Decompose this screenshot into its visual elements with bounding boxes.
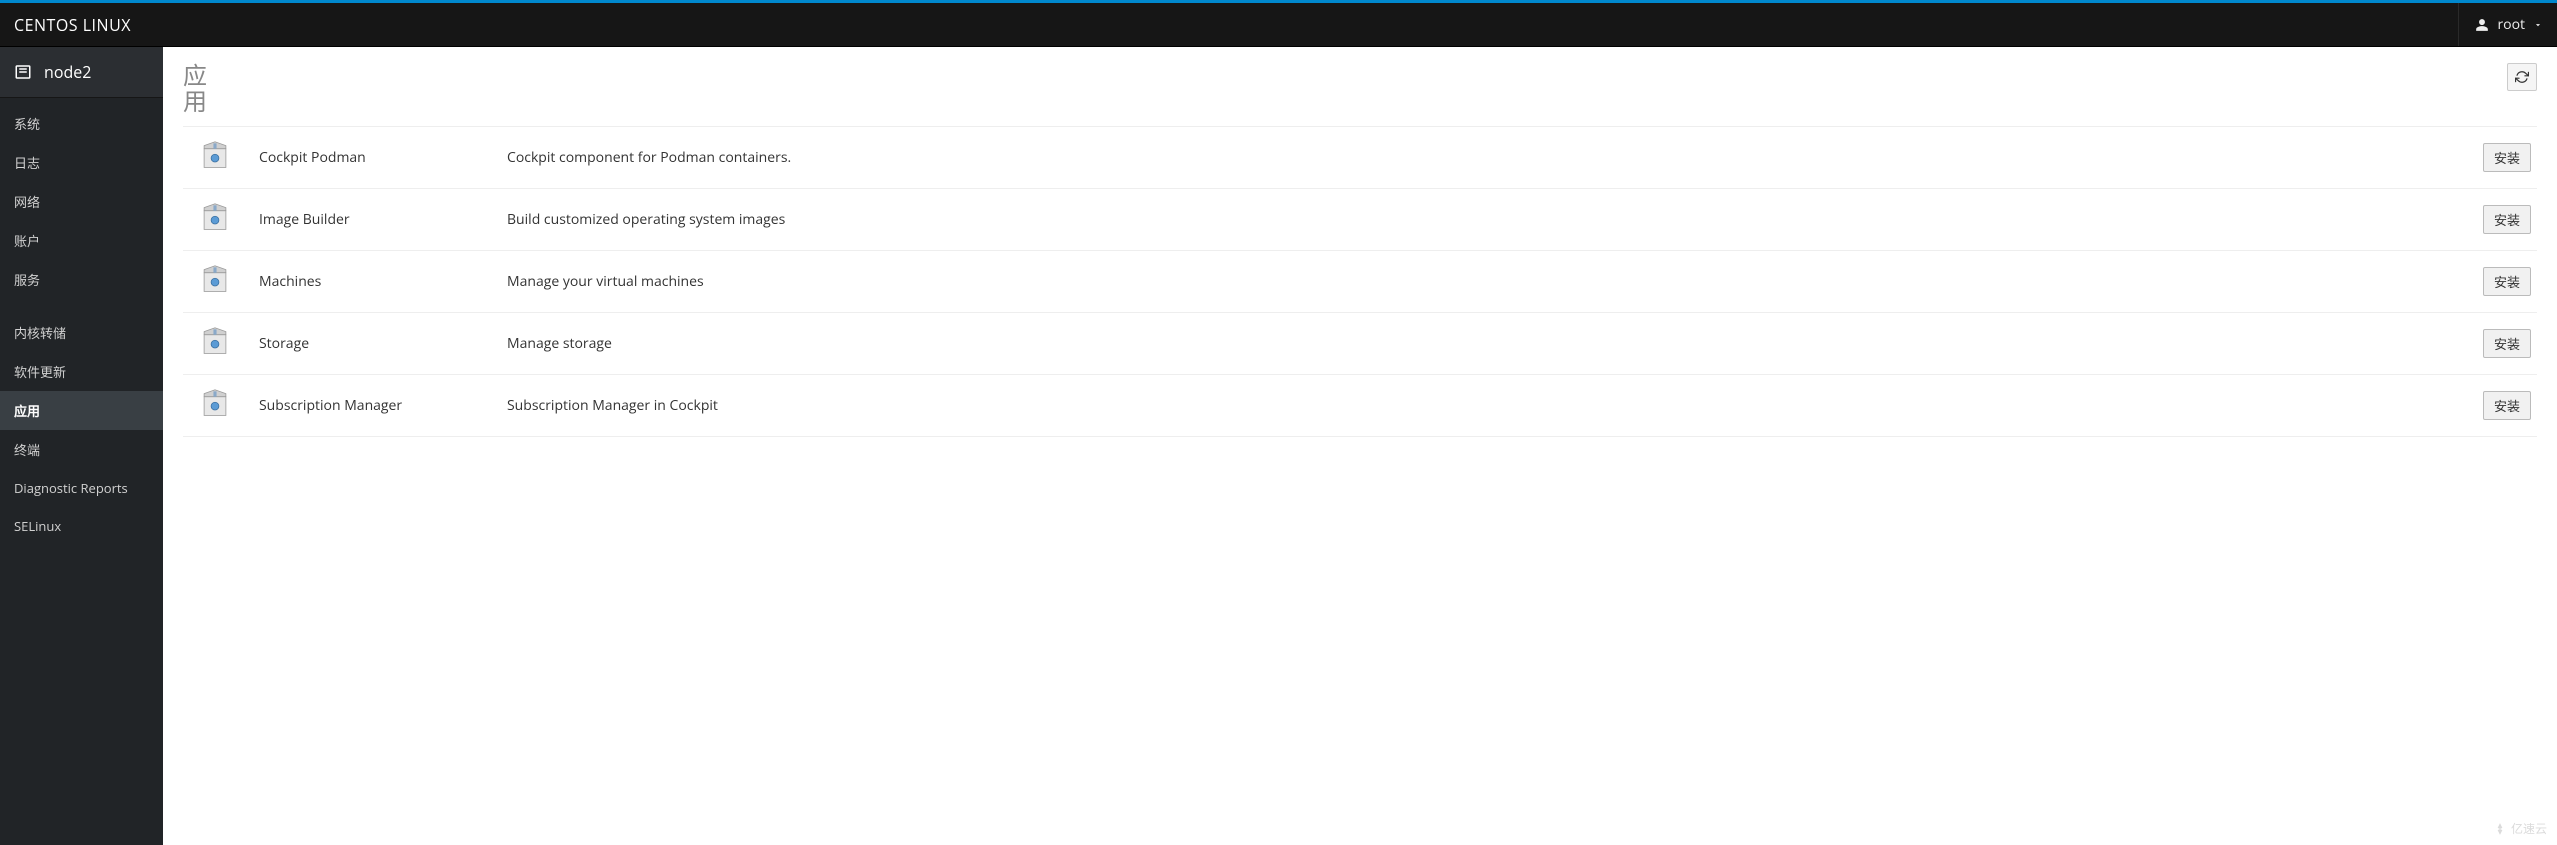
host-name: node2 [44,61,91,83]
sidebar-item[interactable]: SELinux [0,507,163,545]
sidebar-item[interactable]: 终端 [0,430,163,469]
sidebar-item[interactable]: 软件更新 [0,352,163,391]
app-icon-cell [189,265,241,298]
app-description: Build customized operating system images [507,210,2465,229]
sidebar: node2 系统日志网络账户服务内核转储软件更新应用终端 Diagnostic R… [0,47,163,845]
install-button[interactable]: 安装 [2483,391,2531,420]
sidebar-item[interactable]: 账户 [0,221,163,260]
watermark: 亿速云 [2493,820,2547,837]
host-switcher[interactable]: node2 [0,47,163,98]
apps-list: Cockpit Podman Cockpit component for Podm… [183,126,2537,437]
app-row: Machines Manage your virtual machines 安装 [183,251,2537,313]
layout: node2 系统日志网络账户服务内核转储软件更新应用终端Diagnostic R… [0,47,2557,845]
brand-title: CENTOS LINUX [14,14,131,36]
sidebar-item[interactable]: 系统 [0,104,163,143]
app-name[interactable]: Cockpit Podman [259,148,489,167]
sidebar-item-label: SELinux [14,517,61,535]
app-row: Storage Manage storage 安装 [183,313,2537,375]
sidebar-item[interactable]: 内核转储 [0,313,163,352]
sidebar-item[interactable]: Diagnostic Reports [0,469,163,507]
sidebar-item[interactable]: 日志 [0,143,163,182]
sidebar-item-label: 日志 [14,154,40,172]
logo-icon [2493,822,2507,836]
app-description: Cockpit component for Podman containers. [507,148,2465,167]
nav-spacer [0,299,163,313]
app-name[interactable]: Image Builder [259,210,489,229]
package-icon [202,203,228,236]
chevron-down-icon [2533,20,2543,30]
user-icon [2475,18,2489,32]
app-name[interactable]: Machines [259,272,489,291]
sidebar-item[interactable]: 应用 [0,391,163,430]
package-icon [202,327,228,360]
main-content: 应用 Cockpit Podman Cockpit component for P… [163,47,2557,845]
top-navbar: CENTOS LINUX root [0,3,2557,47]
nav-list: 系统日志网络账户服务内核转储软件更新应用终端 Diagnostic Reports… [0,98,163,545]
sidebar-item[interactable]: 服务 [0,260,163,299]
install-button[interactable]: 安装 [2483,205,2531,234]
app-row: Cockpit Podman Cockpit component for Podm… [183,127,2537,189]
app-row: Subscription Manager Subscription Manager… [183,375,2537,437]
sidebar-item-label: 账户 [14,232,40,250]
app-description: Manage storage [507,334,2465,353]
user-menu[interactable]: root [2458,3,2543,46]
install-button[interactable]: 安装 [2483,329,2531,358]
watermark-text: 亿速云 [2511,820,2547,837]
app-row: Image Builder Build customized operating … [183,189,2537,251]
content-header: 应用 [183,63,2537,116]
sidebar-item-label: 网络 [14,193,40,211]
app-name[interactable]: Subscription Manager [259,396,489,415]
app-icon-cell [189,327,241,360]
refresh-button[interactable] [2507,63,2537,91]
app-description: Subscription Manager in Cockpit [507,396,2465,415]
sidebar-item-label: 应用 [14,402,40,420]
app-icon-cell [189,389,241,422]
sidebar-item[interactable]: 网络 [0,182,163,221]
app-icon-cell [189,203,241,236]
package-icon [202,141,228,174]
page-title: 应用 [183,63,209,116]
package-icon [202,389,228,422]
sidebar-item-label: 系统 [14,115,40,133]
sidebar-item-label: Diagnostic Reports [14,479,128,497]
sidebar-item-label: 服务 [14,271,40,289]
sidebar-item-label: 内核转储 [14,324,66,342]
package-icon [202,265,228,298]
app-name[interactable]: Storage [259,334,489,353]
server-icon [14,63,32,81]
install-button[interactable]: 安装 [2483,143,2531,172]
refresh-icon [2515,70,2529,84]
user-name: root [2497,15,2525,34]
install-button[interactable]: 安装 [2483,267,2531,296]
app-icon-cell [189,141,241,174]
sidebar-item-label: 终端 [14,441,40,459]
app-description: Manage your virtual machines [507,272,2465,291]
sidebar-item-label: 软件更新 [14,363,66,381]
